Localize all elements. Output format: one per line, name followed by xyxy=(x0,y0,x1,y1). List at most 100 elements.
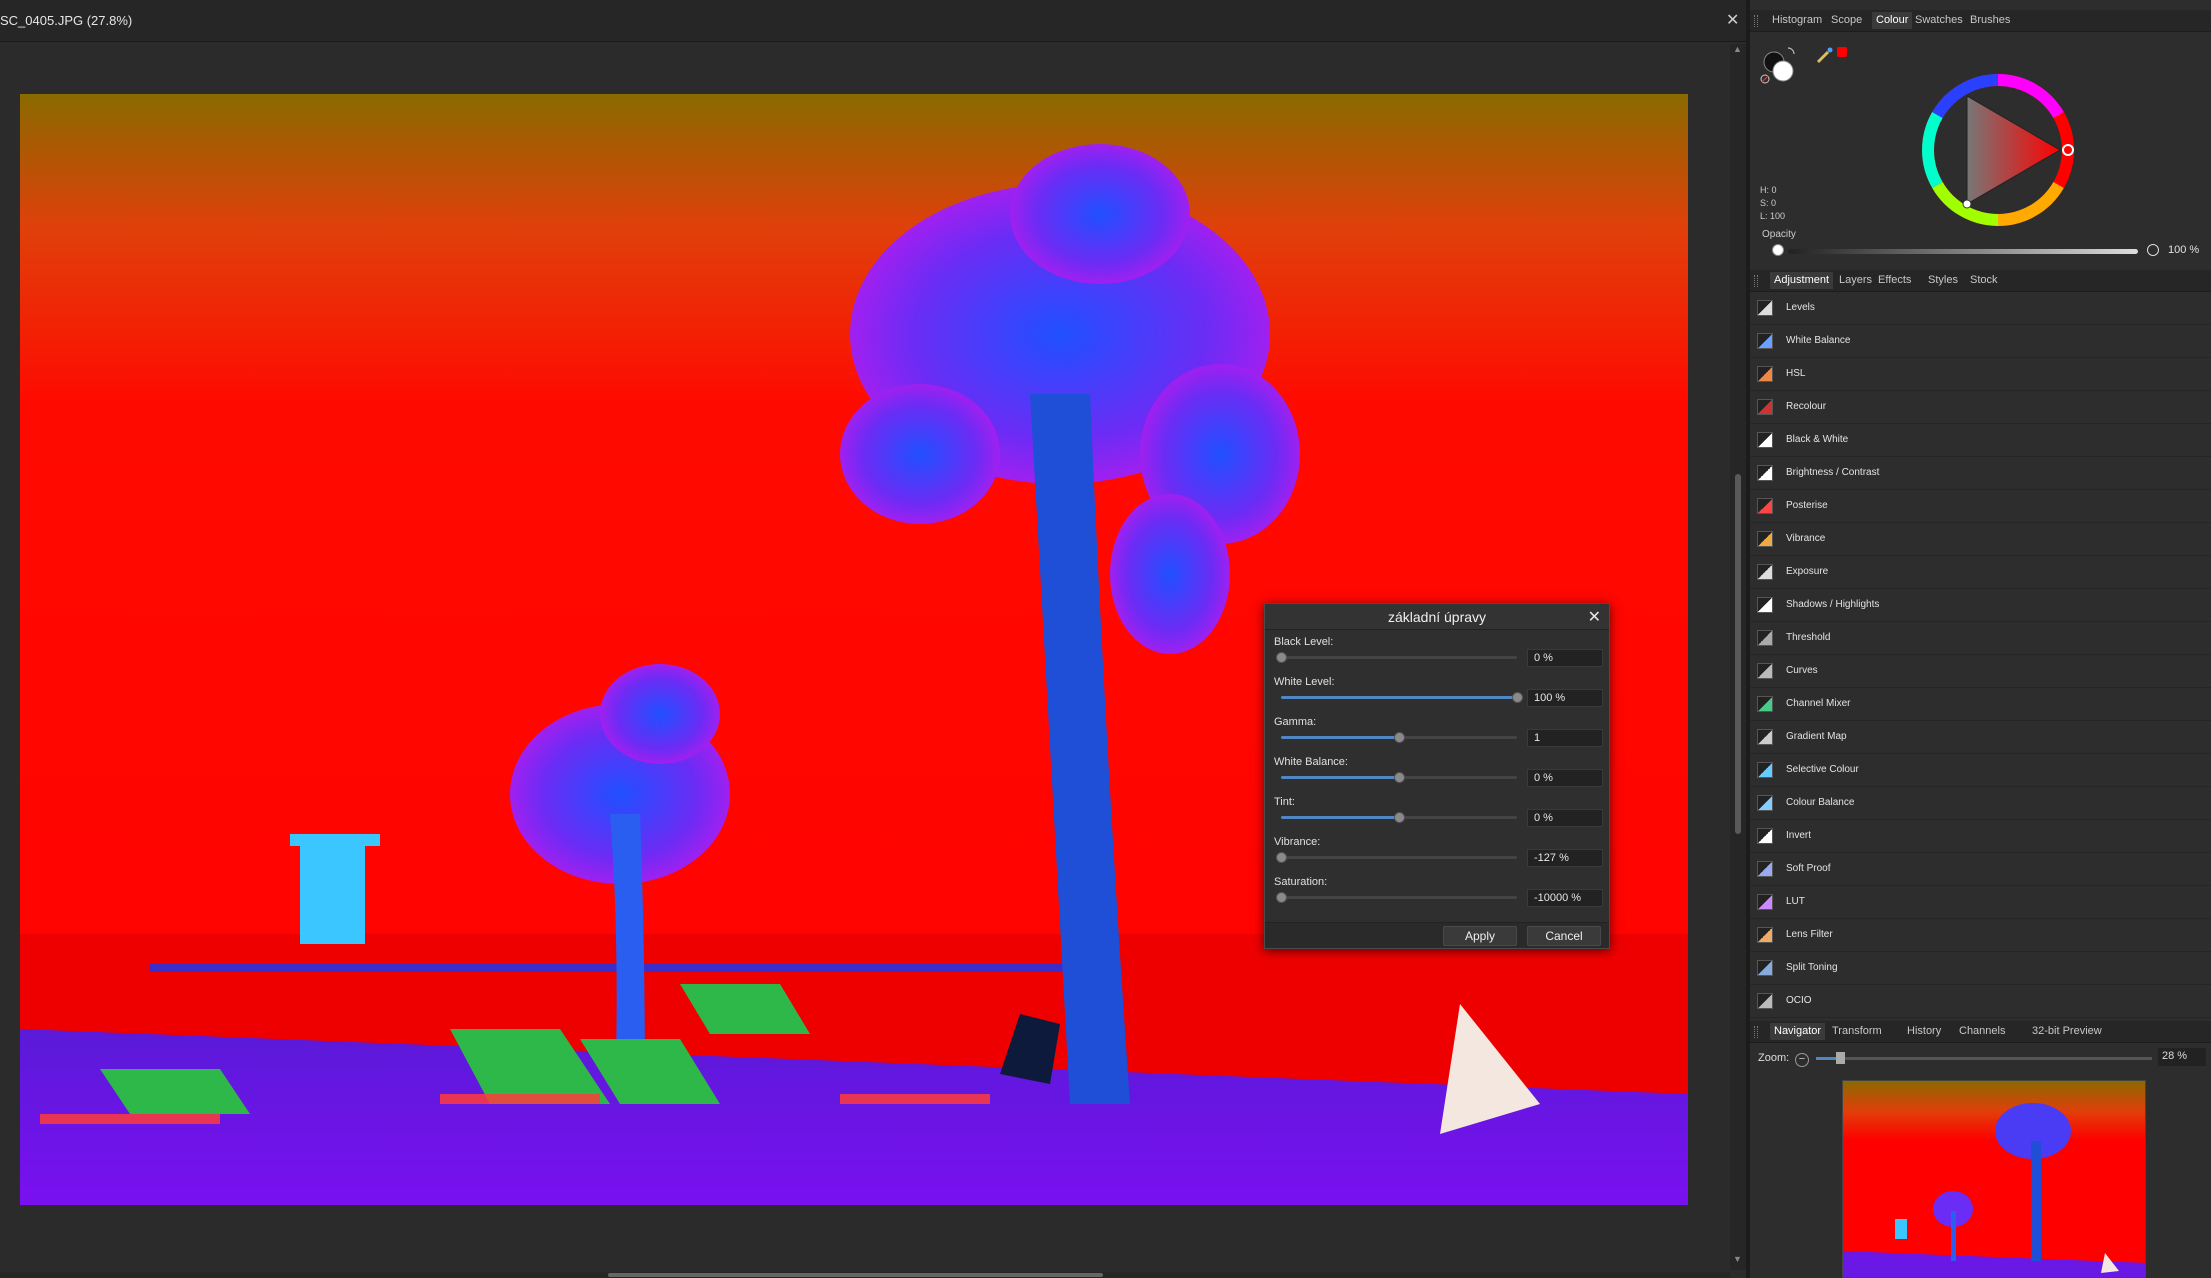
adjustment-item-white-balance[interactable]: White Balance xyxy=(1750,325,2211,358)
colour-wheel-icon[interactable] xyxy=(1913,65,2083,235)
shadows-highlights-icon xyxy=(1757,597,1773,613)
apply-button[interactable]: Apply xyxy=(1443,926,1517,946)
slider-value-field[interactable]: 100 % xyxy=(1527,689,1603,707)
mid-tab-adjustment[interactable]: Adjustment xyxy=(1770,272,1834,289)
adjustment-item-brightness-contrast[interactable]: Brightness / Contrast xyxy=(1750,457,2211,490)
hsl-icon xyxy=(1757,366,1773,382)
zoom-value[interactable]: 28 % xyxy=(2158,1048,2206,1066)
adjustment-label: Vibrance xyxy=(1786,533,1826,544)
dialog-close-icon[interactable]: ✕ xyxy=(1588,607,1601,627)
adjustment-item-soft-proof[interactable]: Soft Proof xyxy=(1750,853,2211,886)
adjustment-item-hsl[interactable]: HSL xyxy=(1750,358,2211,391)
posterise-icon xyxy=(1757,498,1773,514)
adjustment-item-curves[interactable]: Curves xyxy=(1750,655,2211,688)
vertical-scroll-thumb[interactable] xyxy=(1735,474,1741,834)
horizontal-scroll-thumb[interactable] xyxy=(608,1273,1103,1277)
navigator-panel: Zoom: − 28 % xyxy=(1750,1043,2211,1278)
zoom-slider-knob[interactable] xyxy=(1835,1052,1845,1064)
adjustment-item-lens-filter[interactable]: Lens Filter xyxy=(1750,919,2211,952)
slider-track[interactable] xyxy=(1281,732,1517,743)
document-close-icon[interactable]: ✕ xyxy=(1726,10,1739,30)
grip-icon[interactable] xyxy=(1754,1026,1758,1038)
opacity-knob[interactable] xyxy=(2147,244,2159,256)
top-tab-scope[interactable]: Scope xyxy=(1831,14,1862,26)
adjustment-item-recolour[interactable]: Recolour xyxy=(1750,391,2211,424)
slider-track[interactable] xyxy=(1281,692,1523,703)
opacity-slider[interactable] xyxy=(1788,249,2138,254)
slider-value-field[interactable]: 0 % xyxy=(1527,769,1603,787)
slider-knob[interactable] xyxy=(1276,892,1287,903)
adjustment-item-posterise[interactable]: Posterise xyxy=(1750,490,2211,523)
bottom-tab-history[interactable]: History xyxy=(1907,1025,1941,1037)
slider-value-field[interactable]: -10000 % xyxy=(1527,889,1603,907)
horizontal-scrollbar[interactable] xyxy=(0,1272,1730,1278)
bottom-tab-32-bit-preview[interactable]: 32-bit Preview xyxy=(2032,1025,2102,1037)
adjustment-label: Soft Proof xyxy=(1786,863,1831,874)
slider-track[interactable] xyxy=(1276,892,1517,903)
grip-icon[interactable] xyxy=(1754,275,1758,287)
bottom-tab-channels[interactable]: Channels xyxy=(1959,1025,2005,1037)
adjustment-item-channel-mixer[interactable]: Channel Mixer xyxy=(1750,688,2211,721)
slider-knob[interactable] xyxy=(1276,852,1287,863)
slider-track[interactable] xyxy=(1276,852,1517,863)
mid-tab-stock[interactable]: Stock xyxy=(1970,274,1998,286)
mid-tab-styles[interactable]: Styles xyxy=(1928,274,1958,286)
slider-track[interactable] xyxy=(1281,772,1517,783)
adjustment-item-vibrance[interactable]: Vibrance xyxy=(1750,523,2211,556)
opacity-start-knob[interactable] xyxy=(1772,244,1784,256)
slider-knob[interactable] xyxy=(1394,732,1405,743)
slider-value-field[interactable]: 1 xyxy=(1527,729,1603,747)
slider-knob[interactable] xyxy=(1394,772,1405,783)
mid-tab-effects[interactable]: Effects xyxy=(1878,274,1911,286)
slider-value-field[interactable]: 0 % xyxy=(1527,649,1603,667)
scroll-up-icon[interactable]: ▲ xyxy=(1733,44,1742,54)
top-tab-histogram[interactable]: Histogram xyxy=(1772,14,1822,26)
slider-track[interactable] xyxy=(1281,812,1517,823)
slider-value-field[interactable]: -127 % xyxy=(1527,849,1603,867)
top-tab-swatches[interactable]: Swatches xyxy=(1915,14,1963,26)
gradient-map-icon xyxy=(1757,729,1773,745)
zoom-out-icon[interactable]: − xyxy=(1795,1053,1809,1067)
slider-knob[interactable] xyxy=(1512,692,1523,703)
zoom-slider[interactable] xyxy=(1816,1052,2152,1064)
adjustment-item-colour-balance[interactable]: Colour Balance xyxy=(1750,787,2211,820)
adjustment-label: Split Toning xyxy=(1786,962,1838,973)
app-window: SC_0405.JPG (27.8%) ✕ ▲ ▼ základní úprav… xyxy=(0,0,2211,1278)
adjustment-label: Lens Filter xyxy=(1786,929,1833,940)
adjustment-label: Recolour xyxy=(1786,401,1827,412)
adjustment-item-shadows-highlights[interactable]: Shadows / Highlights xyxy=(1750,589,2211,622)
document-area: SC_0405.JPG (27.8%) ✕ ▲ ▼ základní úprav… xyxy=(0,0,1746,1278)
bottom-tab-transform[interactable]: Transform xyxy=(1832,1025,1882,1037)
opacity-value[interactable]: 100 % xyxy=(2168,244,2199,256)
mid-tab-layers[interactable]: Layers xyxy=(1839,274,1872,286)
adjustment-item-black-white[interactable]: Black & White xyxy=(1750,424,2211,457)
scroll-down-icon[interactable]: ▼ xyxy=(1733,1254,1742,1264)
selective-colour-icon xyxy=(1757,762,1773,778)
lut-icon xyxy=(1757,894,1773,910)
adjustment-item-selective-colour[interactable]: Selective Colour xyxy=(1750,754,2211,787)
document-tab[interactable]: SC_0405.JPG (27.8%) ✕ xyxy=(0,0,1746,42)
adjustment-item-split-toning[interactable]: Split Toning xyxy=(1750,952,2211,985)
curves-icon xyxy=(1757,663,1773,679)
hue-readout: H: 0 xyxy=(1760,185,1777,195)
adjustment-item-exposure[interactable]: Exposure xyxy=(1750,556,2211,589)
slider-knob[interactable] xyxy=(1276,652,1287,663)
top-tab-colour[interactable]: Colour xyxy=(1872,12,1913,29)
vertical-scrollbar[interactable]: ▲ ▼ xyxy=(1730,44,1746,1270)
adjustment-item-invert[interactable]: Invert xyxy=(1750,820,2211,853)
adjustment-item-levels[interactable]: Levels xyxy=(1750,292,2211,325)
navigator-preview[interactable] xyxy=(1842,1080,2146,1278)
cancel-button[interactable]: Cancel xyxy=(1527,926,1601,946)
grip-icon[interactable] xyxy=(1754,15,1758,27)
slider-track[interactable] xyxy=(1276,652,1517,663)
dialog-header[interactable]: základní úpravy ✕ xyxy=(1265,604,1609,630)
adjustment-item-lut[interactable]: LUT xyxy=(1750,886,2211,919)
adjustment-item-gradient-map[interactable]: Gradient Map xyxy=(1750,721,2211,754)
adjustment-item-threshold[interactable]: Threshold xyxy=(1750,622,2211,655)
adjustment-item-ocio[interactable]: OCIO xyxy=(1750,985,2211,1018)
top-tab-brushes[interactable]: Brushes xyxy=(1970,14,2010,26)
slider-knob[interactable] xyxy=(1394,812,1405,823)
slider-value-field[interactable]: 0 % xyxy=(1527,809,1603,827)
lens-filter-icon xyxy=(1757,927,1773,943)
bottom-tab-navigator[interactable]: Navigator xyxy=(1770,1023,1826,1040)
